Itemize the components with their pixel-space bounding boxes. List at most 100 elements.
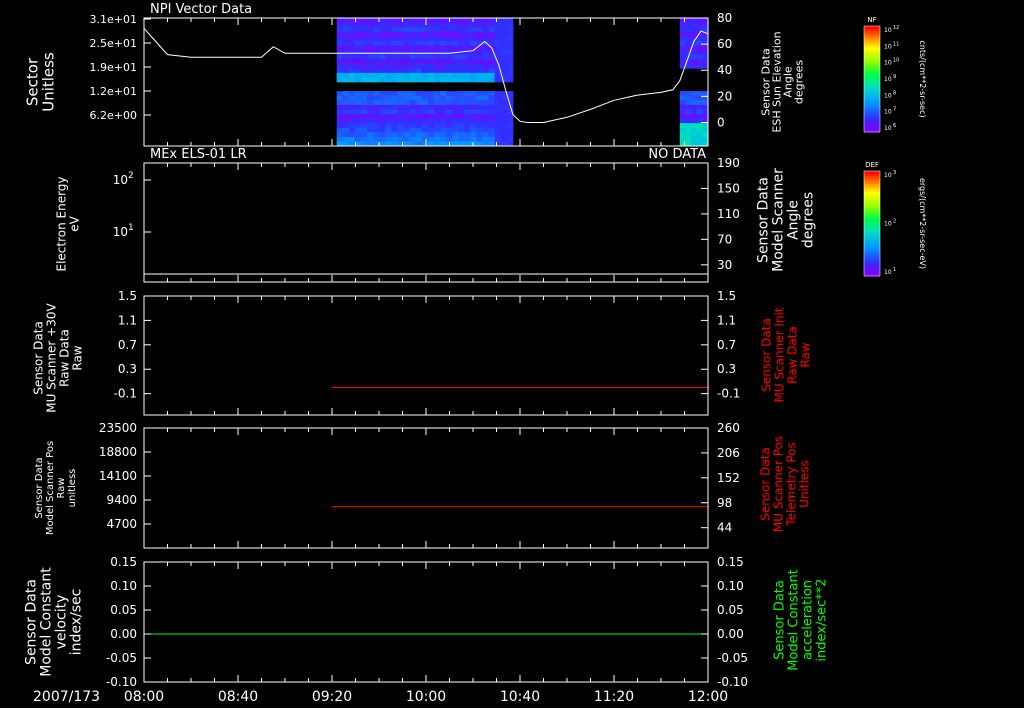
heatmap-cell: [691, 132, 698, 138]
heatmap-cell: [409, 91, 417, 97]
heatmap-cell: [476, 27, 483, 33]
heatmap-cell: [446, 132, 453, 138]
heatmap-cell: [506, 68, 514, 74]
heatmap-cell: [696, 91, 703, 97]
y-tick-label: 3.1e+01: [90, 13, 137, 26]
heatmap-cell: [415, 77, 423, 83]
heatmap-cell: [385, 22, 392, 28]
y2-tick-label: 60: [717, 37, 732, 51]
heatmap-cell: [354, 27, 362, 33]
heatmap-cell: [494, 109, 502, 115]
heatmap-cell: [482, 45, 490, 51]
heatmap-cell: [488, 123, 496, 129]
axis-label-line: Unitless: [798, 460, 812, 508]
heatmap-cell: [367, 127, 374, 133]
heatmap-cell: [476, 136, 483, 142]
heatmap-cell: [379, 123, 386, 129]
heatmap-cell: [354, 40, 362, 46]
heatmap-cell: [506, 132, 514, 138]
heatmap-cell: [488, 118, 496, 124]
heatmap-cell: [494, 27, 502, 33]
heatmap-cell: [433, 114, 441, 119]
heatmap-cell: [452, 22, 459, 28]
colorbar-units: ergs/(cm**2-sr-sec-eV): [918, 178, 927, 269]
heatmap-cell: [464, 27, 471, 33]
heatmap-cell: [397, 36, 404, 42]
x-tick-label: 11:20: [594, 689, 634, 705]
heatmap-cell: [342, 45, 350, 51]
heatmap-cell: [696, 104, 703, 110]
y-tick-label: 14100: [99, 469, 137, 483]
heatmap-cell: [373, 136, 380, 142]
y-tick-label: 18800: [99, 445, 137, 459]
heatmap-cell: [397, 77, 404, 83]
heatmap-cell: [458, 40, 465, 46]
heatmap-cell: [361, 31, 368, 37]
heatmap-cell: [446, 45, 453, 51]
heatmap-cell: [409, 40, 417, 46]
heatmap-cell: [440, 63, 447, 69]
heatmap-cell: [458, 91, 465, 97]
heatmap-cell: [415, 27, 423, 33]
heatmap-cell: [342, 72, 350, 78]
heatmap-cell: [336, 68, 344, 74]
heatmap-cell: [470, 72, 477, 78]
heatmap-cell: [336, 18, 344, 23]
heatmap-cell: [679, 31, 686, 37]
heatmap-cell: [415, 63, 423, 69]
heatmap-cell: [403, 54, 411, 60]
heatmap-cell: [433, 72, 441, 78]
axis-label-line: Unitless: [39, 52, 57, 112]
y-tick-exponent: 2: [128, 171, 134, 181]
y-tick-label: 10: [113, 173, 128, 187]
heatmap-cell: [336, 31, 344, 37]
heatmap-cell: [427, 36, 435, 42]
heatmap-cell: [452, 68, 459, 74]
heatmap-cell: [494, 63, 502, 69]
heatmap-cell: [488, 22, 496, 28]
heatmap-cell: [367, 59, 374, 65]
heatmap-cell: [367, 136, 374, 142]
heatmap-cell: [464, 63, 471, 69]
heatmap-cell: [385, 36, 392, 42]
y-tick-label: -0.05: [106, 651, 137, 665]
y2-tick-label: 0.3: [717, 362, 736, 376]
heatmap-cell: [685, 123, 692, 129]
heatmap-cell: [409, 95, 417, 101]
heatmap-cell: [506, 50, 514, 55]
heatmap-cell: [361, 100, 368, 106]
heatmap-cell: [427, 123, 435, 129]
heatmap-cell: [403, 50, 411, 55]
heatmap-cell: [470, 18, 477, 23]
heatmap-cell: [452, 109, 459, 115]
heatmap-cell: [403, 95, 411, 101]
heatmap-cell: [336, 100, 344, 106]
heatmap-cell: [696, 59, 703, 65]
heatmap-cell: [452, 91, 459, 97]
heatmap-cell: [494, 136, 502, 142]
heatmap-cell: [458, 72, 465, 78]
heatmap-cell: [702, 127, 709, 133]
heatmap-cell: [433, 100, 441, 106]
heatmap-cell: [433, 132, 441, 138]
heatmap-cell: [500, 40, 508, 46]
heatmap-cell: [506, 91, 514, 97]
heatmap-cell: [379, 59, 386, 65]
heatmap-cell: [464, 18, 471, 23]
heatmap-cell: [679, 136, 686, 142]
heatmap-cell: [361, 27, 368, 33]
heatmap-cell: [373, 22, 380, 28]
heatmap-cell: [494, 36, 502, 42]
heatmap-cell: [452, 63, 459, 69]
y-tick-label: 6.2e+00: [90, 109, 137, 122]
heatmap-cell: [379, 109, 386, 115]
heatmap-cell: [679, 100, 686, 106]
heatmap-cell: [452, 118, 459, 124]
heatmap-cell: [494, 40, 502, 46]
heatmap-cell: [476, 31, 483, 37]
heatmap-cell: [691, 118, 698, 124]
heatmap-cell: [361, 91, 368, 97]
colorbar-tick-exponent: 8: [893, 90, 896, 96]
heatmap-cell: [488, 31, 496, 37]
heatmap-cell: [433, 31, 441, 37]
